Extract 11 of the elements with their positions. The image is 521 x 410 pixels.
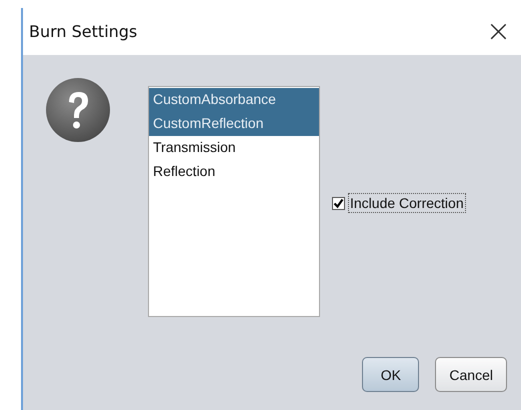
question-icon bbox=[45, 77, 111, 143]
close-button[interactable]: × bbox=[476, 14, 521, 49]
ok-button[interactable]: OK bbox=[362, 357, 420, 392]
checkbox[interactable] bbox=[332, 196, 345, 210]
list-item[interactable]: Transmission bbox=[149, 136, 319, 160]
checkbox-label[interactable]: Include Correction bbox=[348, 193, 466, 213]
list-item[interactable]: CustomAbsorbance bbox=[149, 88, 319, 112]
list-item[interactable]: Reflection bbox=[149, 160, 319, 184]
cancel-button[interactable]: Cancel bbox=[435, 357, 507, 392]
list-item[interactable]: CustomReflection bbox=[149, 112, 319, 136]
window-title: Burn Settings bbox=[29, 22, 138, 41]
